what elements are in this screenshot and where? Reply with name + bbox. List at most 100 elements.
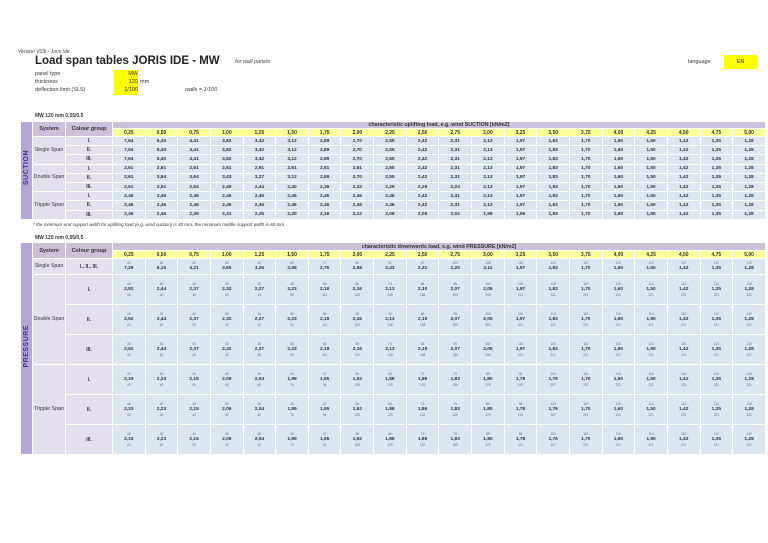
load-value-cell: 40 2,44 40 bbox=[144, 304, 179, 335]
load-value-cell: 2,46 bbox=[144, 191, 179, 202]
load-value-cell: 2,89 bbox=[307, 135, 342, 147]
load-value-cell: 2,61 bbox=[144, 163, 179, 174]
middle-support-width: 90 bbox=[290, 323, 294, 327]
load-value-cell: 2,46 bbox=[307, 191, 342, 202]
load-value: 1,80 bbox=[483, 407, 493, 412]
load-value: 2,16 bbox=[352, 317, 362, 322]
load-value-cell: 2,46 bbox=[112, 209, 146, 220]
load-value: 2,33 bbox=[124, 407, 134, 412]
middle-support-width: 40 bbox=[159, 383, 164, 387]
load-value-cell: 2,42 bbox=[405, 145, 440, 156]
load-value: 1,80 bbox=[483, 437, 493, 442]
load-value: 1,42 bbox=[679, 437, 689, 442]
load-value-cell: 47 1,95 94 bbox=[307, 364, 342, 395]
load-value-cell: 5,40 bbox=[144, 154, 179, 165]
deflection-label: deflection limit (SLS) bbox=[35, 87, 86, 93]
middle-support-width: 221 bbox=[615, 353, 622, 357]
table-row: Tripple Span I. 40 2,33 40 40 2,23 40 40 2,15 40 40… bbox=[21, 364, 767, 455]
load-value: 2,07 bbox=[450, 347, 460, 352]
load-value-cell: 110 1,70 221 bbox=[568, 394, 603, 425]
load-value: 1,35 bbox=[711, 437, 722, 442]
load-value-cell: 52 3,65 bbox=[209, 258, 244, 275]
load-value: 2,05 bbox=[483, 317, 493, 322]
middle-support-width: 40 bbox=[127, 413, 131, 417]
load-value-cell: 103 1,76 207 bbox=[536, 364, 570, 395]
panel-type-input[interactable]: MW bbox=[114, 71, 138, 77]
load-value-cell: 1,50 bbox=[634, 200, 668, 211]
load-value-cell: 103 1,76 207 bbox=[536, 394, 570, 425]
language-select[interactable]: EN bbox=[724, 55, 757, 69]
load-value-cell: 79 1,83 159 bbox=[438, 364, 473, 395]
load-value-cell: 110 1,83 221 bbox=[536, 334, 570, 365]
load-value-cell: 4,41 bbox=[177, 135, 211, 147]
load-value-cell: 110 1,35 221 bbox=[699, 424, 734, 455]
middle-support-width: 221 bbox=[746, 443, 752, 447]
load-value-cell: 1,42 bbox=[666, 181, 701, 193]
table-row: II. 2,61 3,94 3,64 3,43 3,27 3,12 2,89 2,70 2,55 2… bbox=[21, 172, 766, 183]
span-length-header: 2,25 bbox=[373, 128, 407, 137]
load-value-cell: 1,99 bbox=[471, 209, 505, 220]
load-value: 2,52 bbox=[124, 317, 134, 322]
middle-support-width: 129 bbox=[387, 443, 393, 447]
middle-support-width: 221 bbox=[615, 323, 622, 327]
load-value-cell: 2,70 bbox=[340, 145, 375, 156]
load-value: 1,60 bbox=[613, 287, 624, 292]
load-value-cell: 110 1,42 221 bbox=[666, 394, 701, 425]
load-value-cell: 110 1,50 221 bbox=[634, 364, 668, 395]
load-value: 2,27 bbox=[254, 287, 265, 292]
load-value: 2,27 bbox=[254, 347, 265, 352]
load-value-cell: 40 2,32 40 bbox=[209, 274, 244, 305]
load-value-cell: 1,83 bbox=[536, 145, 570, 156]
span-length-header: 1,50 bbox=[275, 128, 309, 137]
load-value-cell: 2,02 bbox=[438, 209, 473, 220]
load-value-cell: 2,46 bbox=[209, 191, 244, 202]
middle-support-width: 111 bbox=[322, 353, 328, 357]
middle-support-width: 221 bbox=[746, 353, 752, 357]
load-value-cell: 2,32 bbox=[340, 181, 375, 193]
middle-support-width: 40 bbox=[159, 323, 164, 327]
load-value-cell: 2,70 bbox=[340, 135, 375, 147]
span-length-header: 4,25 bbox=[634, 250, 668, 259]
load-value-cell: 74 2,13 148 bbox=[373, 304, 407, 335]
middle-support-width: 221 bbox=[746, 383, 752, 387]
colour-group-cell: III. bbox=[65, 154, 113, 165]
load-value-cell: 2,42 bbox=[405, 191, 440, 202]
load-value-cell: 96 1,78 191 bbox=[503, 394, 538, 425]
middle-support-width: 40 bbox=[127, 383, 131, 387]
system-cell: Single Span bbox=[32, 258, 66, 275]
middle-support-width: 40 bbox=[159, 353, 164, 357]
load-value: 2,04 bbox=[254, 377, 265, 382]
load-value: 1,60 bbox=[613, 347, 624, 352]
load-value-cell: 84 2,10 168 bbox=[405, 304, 440, 335]
load-value: 1,42 bbox=[679, 407, 689, 412]
span-length-header: 1,00 bbox=[209, 250, 244, 259]
middle-support-width: 148 bbox=[387, 353, 393, 357]
middle-support-width: 190 bbox=[452, 293, 458, 297]
middle-support-width: 221 bbox=[648, 293, 654, 297]
load-value-cell: 1,70 bbox=[568, 145, 603, 156]
load-value-cell: 110 1,70 221 bbox=[568, 304, 603, 335]
load-value: 1,78 bbox=[515, 437, 526, 442]
load-value: 2,04 bbox=[254, 437, 265, 442]
load-value-cell: 1,96 bbox=[503, 209, 538, 220]
load-value-cell: 4,41 bbox=[177, 154, 211, 165]
span-length-header: 4,50 bbox=[666, 250, 701, 259]
load-value-cell: 40 2,33 40 bbox=[112, 424, 146, 455]
deflection-input[interactable]: 1/100 bbox=[114, 87, 138, 93]
middle-support-width: 40 bbox=[127, 323, 131, 327]
load-value-cell: 1,60 bbox=[601, 191, 636, 202]
load-value-cell: 95 2,07 190 bbox=[438, 304, 473, 335]
middle-support-width: 221 bbox=[713, 413, 720, 417]
load-value-cell: 40 2,32 40 bbox=[209, 304, 244, 335]
load-value-cell: 110 1,42 221 bbox=[666, 274, 701, 305]
middle-support-width: 40 bbox=[192, 383, 196, 387]
load-value: 1,50 bbox=[646, 347, 656, 352]
thickness-input[interactable]: 120 bbox=[114, 79, 138, 85]
load-value-cell: 3,64 bbox=[177, 172, 211, 183]
middle-support-width: 129 bbox=[354, 293, 360, 297]
middle-support-width: 49 bbox=[257, 293, 262, 297]
load-value-cell: 110 1,97 221 bbox=[503, 334, 538, 365]
load-value-cell: 56 2,19 111 bbox=[307, 274, 342, 305]
language-label: language bbox=[688, 59, 711, 65]
load-value-cell: 110 1,83 bbox=[536, 258, 570, 275]
